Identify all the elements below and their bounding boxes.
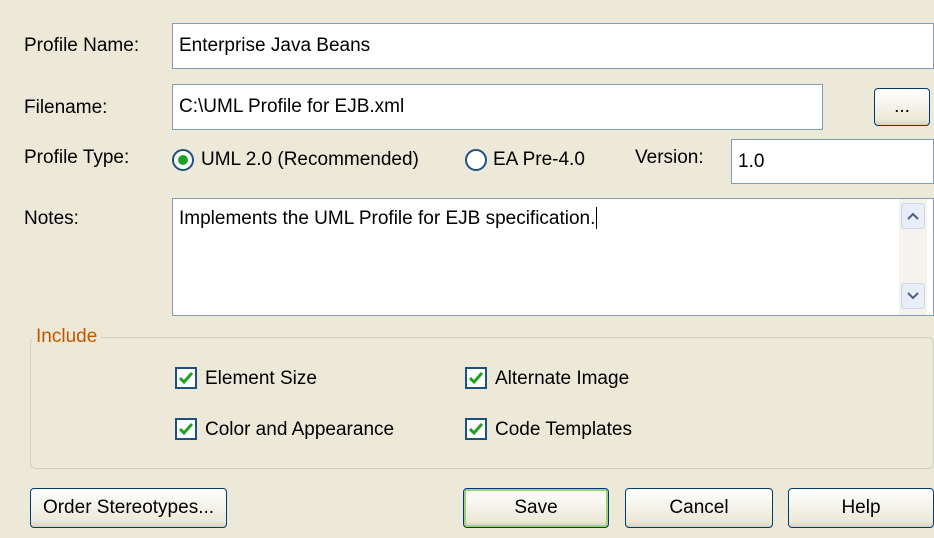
element-size-label[interactable]: Element Size: [205, 367, 317, 391]
version-input[interactable]: 1.0: [731, 139, 934, 184]
check-icon: [468, 372, 484, 385]
profile-type-label: Profile Type:: [24, 147, 130, 168]
notes-text: Implements the UML Profile for EJB speci…: [179, 208, 596, 229]
browse-button[interactable]: ...: [874, 88, 930, 126]
chevron-up-icon: [907, 212, 919, 220]
text-cursor: [596, 207, 598, 229]
save-button[interactable]: Save: [463, 488, 609, 528]
chevron-down-icon: [907, 292, 919, 300]
uml20-radio[interactable]: [172, 149, 194, 171]
uml20-radio-label[interactable]: UML 2.0 (Recommended): [201, 148, 419, 172]
ea-pre40-radio-label[interactable]: EA Pre-4.0: [493, 148, 585, 172]
help-button[interactable]: Help: [788, 488, 934, 528]
alternate-image-checkbox[interactable]: [465, 367, 487, 389]
element-size-checkbox[interactable]: [175, 367, 197, 389]
order-stereotypes-button[interactable]: Order Stereotypes...: [30, 488, 227, 528]
profile-name-label: Profile Name:: [24, 35, 140, 56]
version-label: Version:: [635, 147, 704, 168]
alternate-image-label[interactable]: Alternate Image: [495, 367, 629, 391]
include-groupbox: [30, 337, 934, 469]
notes-scrollbar[interactable]: [899, 199, 927, 315]
code-templates-checkbox[interactable]: [465, 418, 487, 440]
color-appearance-checkbox[interactable]: [175, 418, 197, 440]
notes-label: Notes:: [24, 208, 79, 229]
filename-input[interactable]: C:\UML Profile for EJB.xml: [172, 84, 823, 130]
filename-label: Filename:: [24, 97, 108, 118]
check-icon: [178, 372, 194, 385]
scroll-up-button[interactable]: [901, 203, 925, 229]
check-icon: [468, 423, 484, 436]
cancel-button[interactable]: Cancel: [625, 488, 773, 528]
scroll-down-button[interactable]: [901, 283, 925, 309]
color-appearance-label[interactable]: Color and Appearance: [205, 418, 394, 442]
profile-name-input[interactable]: Enterprise Java Beans: [172, 23, 934, 69]
include-group-title: Include: [32, 326, 102, 348]
notes-textarea[interactable]: Implements the UML Profile for EJB speci…: [172, 198, 934, 316]
ea-pre40-radio[interactable]: [465, 149, 487, 171]
code-templates-label[interactable]: Code Templates: [495, 418, 632, 442]
check-icon: [178, 423, 194, 436]
